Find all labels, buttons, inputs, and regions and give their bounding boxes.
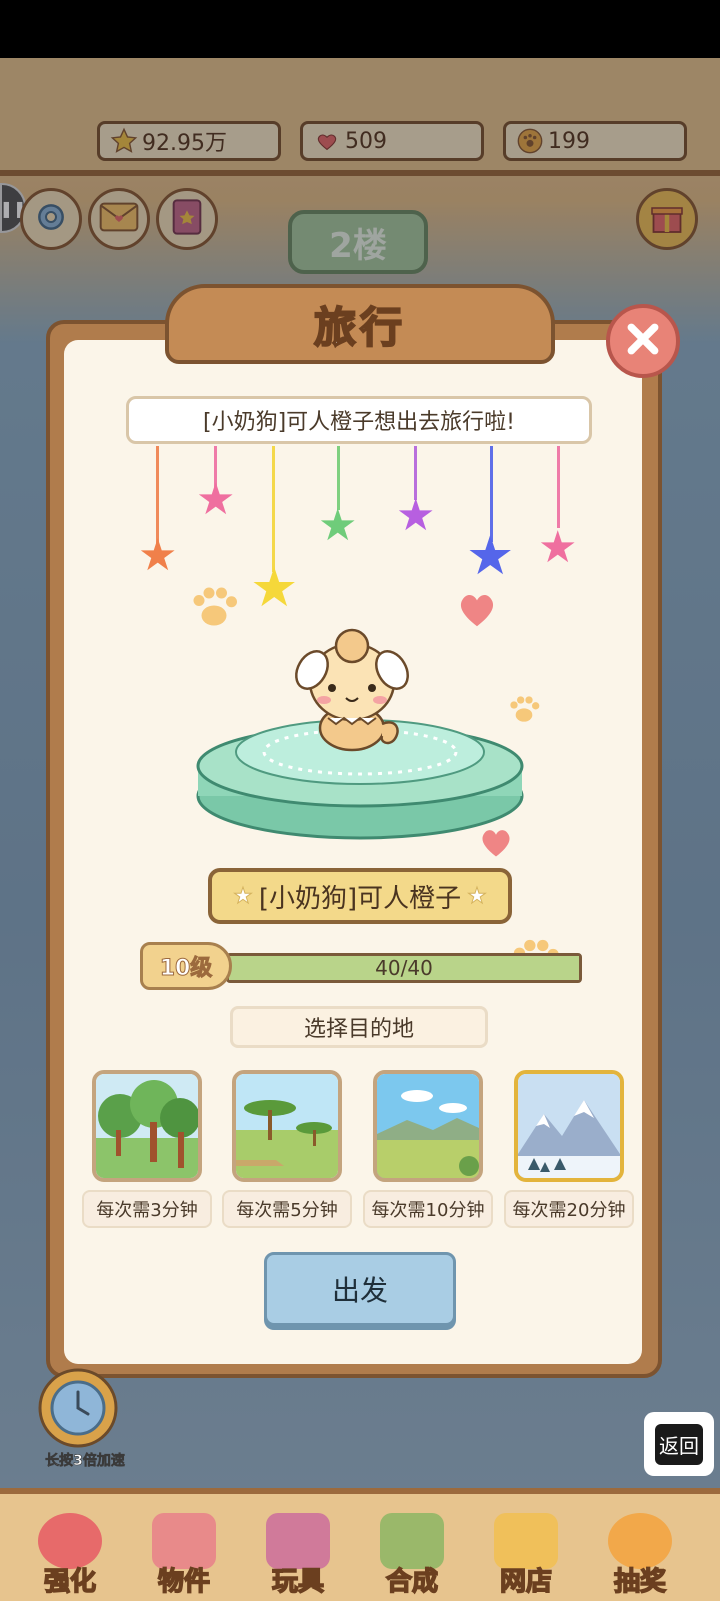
hanging-star-icon: ★ bbox=[466, 524, 515, 587]
depart-button[interactable]: 出发 bbox=[264, 1252, 456, 1326]
heart-decoration-icon bbox=[456, 590, 498, 632]
speed-up-label: 长按3倍加速 bbox=[45, 1453, 125, 1470]
hanging-star-icon: ★ bbox=[250, 556, 299, 619]
nav-label: 合成 bbox=[385, 1566, 439, 1598]
nav-enhance[interactable]: 强化 bbox=[20, 1508, 120, 1598]
destination-time-4[interactable]: 每次需20分钟 bbox=[504, 1190, 634, 1228]
xp-text: 40/40 bbox=[375, 956, 433, 980]
star-string bbox=[557, 446, 560, 528]
paw-print-icon bbox=[184, 578, 244, 642]
close-icon bbox=[623, 319, 663, 363]
nav-items[interactable]: 物件 bbox=[134, 1508, 234, 1598]
nav-toys[interactable]: 玩具 bbox=[248, 1508, 348, 1598]
pet-name: [小奶狗]可人橙子 bbox=[258, 883, 462, 914]
hanging-star-icon: ★ bbox=[138, 530, 178, 581]
nav-label: 抽奖 bbox=[613, 1566, 667, 1598]
destination-title: 选择目的地 bbox=[230, 1006, 488, 1048]
level-tag: 10级 bbox=[140, 942, 232, 990]
nav-label: 玩具 bbox=[271, 1566, 325, 1598]
nav-label: 物件 bbox=[157, 1566, 211, 1598]
destination-card-grassland[interactable] bbox=[373, 1070, 483, 1182]
nav-label: 强化 bbox=[43, 1566, 97, 1598]
nav-merge[interactable]: 合成 bbox=[362, 1508, 462, 1598]
nav-shop[interactable]: 网店 bbox=[476, 1508, 576, 1598]
dialog-title-plank: 旅行 bbox=[165, 284, 555, 364]
back-label: 返回 bbox=[655, 1423, 703, 1465]
destination-time-1[interactable]: 每次需3分钟 bbox=[82, 1190, 212, 1228]
star-icon: ★ bbox=[233, 883, 254, 909]
close-button[interactable] bbox=[606, 304, 680, 378]
destination-time-2[interactable]: 每次需5分钟 bbox=[222, 1190, 352, 1228]
star-icon: ★ bbox=[467, 883, 488, 909]
destination-card-forest[interactable] bbox=[92, 1070, 202, 1182]
destination-card-snow-mountain[interactable] bbox=[514, 1070, 624, 1182]
hanging-star-icon: ★ bbox=[538, 522, 578, 573]
destination-card-savanna[interactable] bbox=[232, 1070, 342, 1182]
back-button[interactable]: 返回 bbox=[644, 1412, 714, 1476]
speed-up-button[interactable]: 长按3倍加速 bbox=[24, 1366, 125, 1476]
puppy-character bbox=[282, 620, 422, 760]
hanging-star-icon: ★ bbox=[196, 474, 236, 525]
dialog-title: 旅行 bbox=[313, 302, 406, 353]
status-bar bbox=[0, 0, 720, 58]
star-string bbox=[272, 446, 275, 572]
hanging-star-icon: ★ bbox=[318, 500, 358, 551]
travel-message: [小奶狗]可人橙子想出去旅行啦! bbox=[126, 396, 592, 444]
xp-progress-bar: 40/40 bbox=[226, 953, 582, 983]
hanging-star-icon: ★ bbox=[396, 490, 436, 541]
destination-time-3[interactable]: 每次需10分钟 bbox=[363, 1190, 493, 1228]
pet-name-plate: ★ [小奶狗]可人橙子 ★ bbox=[208, 868, 512, 924]
level-label: 10级 bbox=[159, 956, 213, 982]
nav-label: 网店 bbox=[499, 1566, 553, 1598]
nav-lottery[interactable]: 抽奖 bbox=[590, 1508, 690, 1598]
